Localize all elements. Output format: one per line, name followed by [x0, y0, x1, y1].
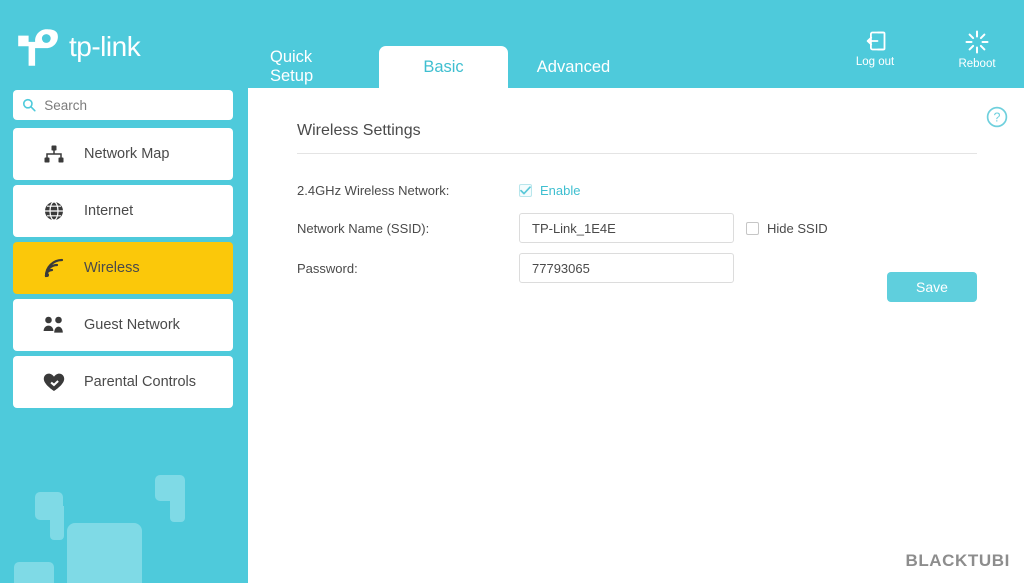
- wireless-signal-icon: [43, 257, 65, 279]
- tab-label: Quick Setup: [270, 48, 314, 85]
- hide-ssid-row[interactable]: Hide SSID: [746, 221, 828, 236]
- decorative-shape: [155, 475, 185, 501]
- brand-name: tp-link: [69, 31, 141, 62]
- tab-quick-setup[interactable]: Quick Setup: [248, 46, 379, 88]
- sidebar-item-label: Wireless: [84, 260, 140, 276]
- enable-checkbox[interactable]: [519, 183, 532, 197]
- logout-icon: [866, 31, 886, 51]
- checkmark-icon: [520, 185, 531, 194]
- svg-text:?: ?: [994, 111, 1001, 125]
- sidebar-item-label: Internet: [84, 203, 134, 219]
- topbar: Quick Setup Basic Advanced Log out Reboo…: [248, 0, 1024, 88]
- sidebar-item-internet[interactable]: Internet: [13, 185, 233, 237]
- search-icon: [22, 98, 36, 112]
- logout-label: Log out: [855, 56, 895, 68]
- tp-link-logo-icon: [18, 29, 58, 66]
- sidebar-item-label: Network Map: [84, 146, 170, 162]
- tab-advanced[interactable]: Advanced: [508, 46, 639, 88]
- wireless-settings-form: 2.4GHz Wireless Network: Enable Network …: [297, 172, 977, 288]
- ssid-label: Network Name (SSID):: [297, 220, 430, 236]
- network-map-icon: [43, 143, 65, 165]
- decorative-shape: [170, 489, 185, 522]
- enable-checkbox-row[interactable]: Enable: [519, 183, 580, 198]
- content-panel: Wireless Settings ? 2.4GHz Wireless Netw…: [248, 88, 1024, 583]
- page-title: Wireless Settings: [297, 122, 421, 139]
- logout-button[interactable]: Log out: [848, 30, 902, 70]
- sidebar-item-label: Parental Controls: [84, 374, 197, 390]
- wireless-network-label: 2.4GHz Wireless Network:: [297, 182, 450, 198]
- form-row-wireless-enable: 2.4GHz Wireless Network: Enable: [297, 172, 977, 208]
- hide-ssid-checkbox[interactable]: [746, 221, 759, 235]
- decorative-shape: [105, 551, 142, 583]
- sidebar-item-guest-network[interactable]: Guest Network: [13, 299, 233, 351]
- tab-basic[interactable]: Basic: [379, 46, 508, 88]
- router-admin-page: tp-link Network Map: [0, 0, 1024, 583]
- hide-ssid-label: Hide SSID: [767, 220, 828, 236]
- enable-label: Enable: [540, 182, 581, 198]
- form-row-ssid: Network Name (SSID): Hide SSID: [297, 208, 977, 248]
- heart-icon: [43, 371, 65, 393]
- save-button[interactable]: Save: [887, 272, 977, 302]
- tab-bar: Quick Setup Basic Advanced: [248, 46, 639, 88]
- reboot-label: Reboot: [958, 58, 996, 70]
- reboot-button[interactable]: Reboot: [950, 30, 1004, 70]
- watermark: BLACKTUBI: [905, 551, 1010, 570]
- search-box[interactable]: [13, 90, 233, 120]
- tab-label: Basic: [423, 57, 464, 76]
- panel-header: Wireless Settings: [297, 122, 977, 154]
- sidebar: tp-link Network Map: [0, 0, 248, 583]
- decorative-shape: [14, 562, 54, 583]
- search-input[interactable]: [44, 97, 224, 113]
- ssid-input[interactable]: [519, 213, 734, 243]
- reboot-icon: [965, 30, 989, 54]
- globe-icon: [43, 200, 65, 222]
- topbar-actions: Log out Reboot: [848, 30, 1004, 70]
- decorative-shape: [67, 523, 142, 583]
- sidebar-item-wireless[interactable]: Wireless: [13, 242, 233, 294]
- save-row: Save: [297, 272, 977, 302]
- sidebar-item-parental-controls[interactable]: Parental Controls: [13, 356, 233, 408]
- sidebar-item-label: Guest Network: [84, 317, 180, 333]
- brand-logo-area: tp-link: [16, 27, 141, 67]
- tab-label: Advanced: [536, 57, 611, 76]
- sidebar-item-network-map[interactable]: Network Map: [13, 128, 233, 180]
- decorative-shape: [14, 572, 36, 583]
- help-circle-icon[interactable]: ?: [986, 106, 1008, 128]
- decorative-shape: [50, 506, 64, 540]
- decorative-shape: [35, 492, 63, 520]
- sidebar-nav: Network Map Internet Wireless Guest Netw…: [13, 128, 233, 413]
- guest-users-icon: [43, 314, 65, 336]
